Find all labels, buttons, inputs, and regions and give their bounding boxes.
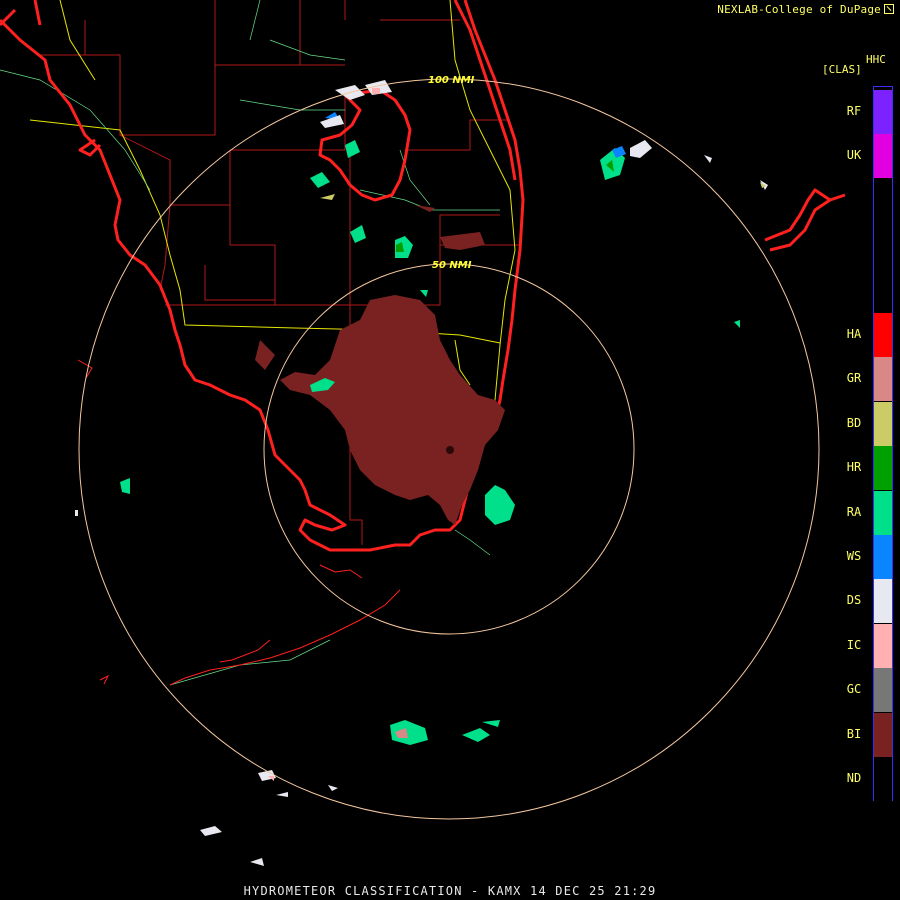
legend-label-nd: ND — [846, 771, 862, 785]
legend-swatch-rf — [874, 90, 892, 134]
legend-label-gr: GR — [846, 371, 862, 386]
radar-echoes — [75, 80, 768, 866]
legend-swatch-uk — [874, 134, 892, 178]
product-class-label: [CLAS] — [822, 63, 862, 76]
legend-label-ws: WS — [846, 549, 862, 563]
legend-label-bd: BD — [846, 415, 862, 430]
legend-swatch-gr — [874, 357, 892, 402]
legend-label-gc: GC — [846, 682, 862, 697]
product-footer-title: HYDROMETEOR CLASSIFICATION - KAMX 14 DEC… — [243, 884, 657, 898]
legend-swatch-ic — [874, 623, 892, 668]
legend-swatch-bi — [874, 712, 892, 757]
legend-label-ds: DS — [846, 593, 862, 608]
legend-label-hr: HR — [846, 460, 862, 475]
legend-swatch-nd — [874, 757, 892, 801]
product-code-label: HHC — [866, 53, 886, 66]
nexlab-logo-icon — [884, 4, 894, 14]
legend-label-rf: RF — [846, 104, 862, 118]
legend-swatch-ws — [874, 535, 892, 579]
legend-swatch-ha — [874, 313, 892, 357]
legend-label-ic: IC — [846, 637, 862, 652]
color-legend — [873, 86, 893, 801]
legend-swatch-gc — [874, 668, 892, 713]
legend-label-uk: UK — [846, 148, 862, 162]
credit-text: NEXLAB-College of DuPage — [717, 3, 881, 16]
legend-label-bi: BI — [846, 726, 862, 741]
legend-swatch-hr — [874, 446, 892, 491]
credit-label: NEXLAB-College of DuPage — [717, 3, 894, 16]
legend-swatch-ds — [874, 579, 892, 624]
legend-label-ra: RA — [846, 504, 862, 519]
legend-swatch-bd — [874, 401, 892, 446]
legend-label-ha: HA — [846, 327, 862, 341]
range-ring-label-50: 50 NMI — [432, 260, 472, 271]
radar-map: 100 NMI 50 NMI — [0, 0, 846, 866]
legend-swatch-ra — [874, 490, 892, 535]
range-ring-label-100: 100 NMI — [428, 75, 475, 86]
